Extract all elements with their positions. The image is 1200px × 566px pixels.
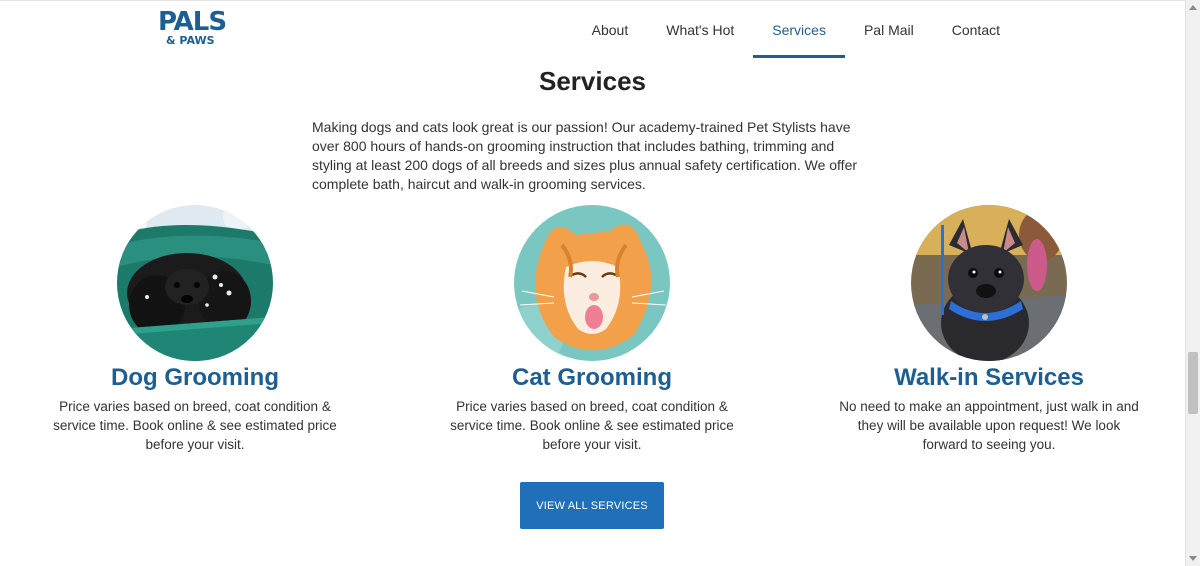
nav-item-whats-hot[interactable]: What's Hot bbox=[647, 1, 753, 59]
dog-in-bath-photo bbox=[117, 205, 273, 361]
service-card-dog-grooming: Dog Grooming Price varies based on breed… bbox=[45, 205, 345, 454]
vertical-scrollbar[interactable] bbox=[1185, 0, 1200, 566]
orange-cat-photo bbox=[514, 205, 670, 361]
scrollbar-thumb[interactable] bbox=[1188, 352, 1198, 414]
nav-item-about[interactable]: About bbox=[573, 1, 648, 59]
service-title-dog-grooming: Dog Grooming bbox=[111, 364, 279, 391]
service-title-walk-in-services: Walk-in Services bbox=[894, 364, 1084, 391]
scroll-up-arrow-icon[interactable] bbox=[1189, 5, 1197, 10]
logo-text-paws: & PAWS bbox=[166, 34, 215, 47]
service-description-cat-grooming: Price varies based on breed, coat condit… bbox=[450, 399, 734, 452]
nav-item-services[interactable]: Services bbox=[753, 1, 845, 59]
page-title: Services bbox=[539, 66, 646, 96]
dog-in-bath-image bbox=[117, 205, 273, 361]
orange-cat-image bbox=[514, 205, 670, 361]
page: PALS & PAWS About What's Hot Services Pa… bbox=[0, 0, 1185, 566]
site-logo[interactable]: PALS & PAWS bbox=[158, 7, 227, 51]
nav-item-pal-mail[interactable]: Pal Mail bbox=[845, 1, 933, 59]
french-bulldog-photo bbox=[911, 205, 1067, 361]
scroll-down-arrow-icon[interactable] bbox=[1189, 556, 1197, 561]
service-description-dog-grooming: Price varies based on breed, coat condit… bbox=[53, 399, 337, 452]
site-header: PALS & PAWS About What's Hot Services Pa… bbox=[0, 0, 1185, 58]
service-title-cat-grooming: Cat Grooming bbox=[512, 364, 672, 391]
french-bulldog-image bbox=[911, 205, 1067, 361]
service-card-cat-grooming: Cat Grooming Price varies based on breed… bbox=[442, 205, 742, 454]
service-card-walk-in-services: Walk-in Services No need to make an appo… bbox=[839, 205, 1139, 454]
logo-text-pals: PALS bbox=[158, 7, 227, 37]
nav-item-contact[interactable]: Contact bbox=[933, 1, 1019, 59]
service-description-walk-in-services: No need to make an appointment, just wal… bbox=[839, 399, 1139, 452]
view-all-services-button[interactable]: VIEW ALL SERVICES bbox=[520, 482, 664, 529]
main-nav: About What's Hot Services Pal Mail Conta… bbox=[573, 1, 1019, 59]
intro-paragraph: Making dogs and cats look great is our p… bbox=[312, 119, 858, 192]
